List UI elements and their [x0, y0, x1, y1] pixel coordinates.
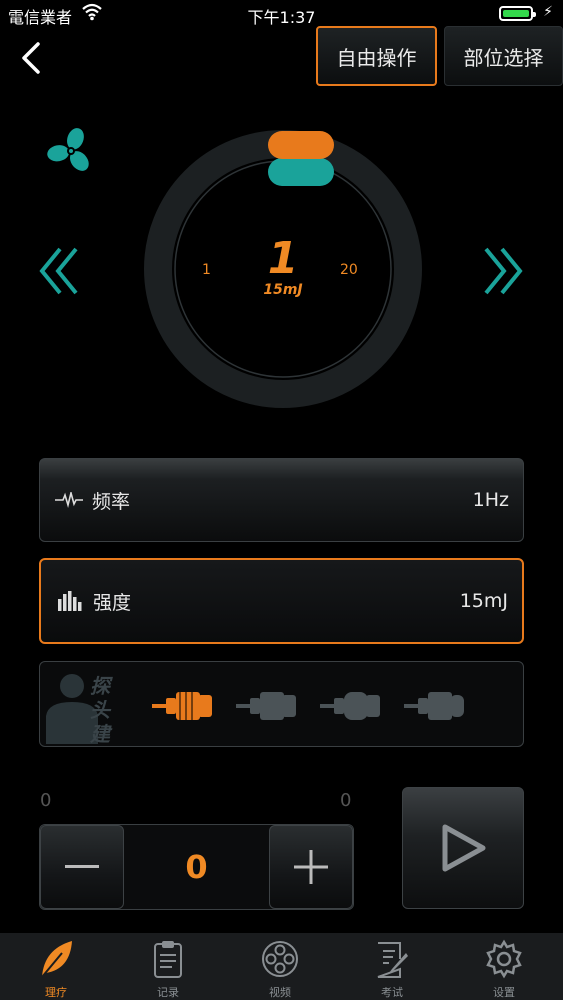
- clipboard-icon: [154, 941, 182, 978]
- frequency-label: 频率: [92, 490, 131, 513]
- part-select-button[interactable]: 部位选择: [444, 26, 563, 86]
- frequency-row[interactable]: 频率 1Hz: [39, 458, 524, 542]
- increment-button[interactable]: [269, 825, 353, 909]
- dial-value: 1: [267, 233, 299, 284]
- plus-icon: [294, 850, 328, 884]
- status-bar: 電信業者 下午1:37 ⚡: [0, 0, 563, 28]
- previous-arrow-icon[interactable]: [38, 245, 82, 297]
- pulse-wave-icon: [54, 489, 84, 511]
- counter-min-label: 0: [40, 790, 52, 811]
- gear-icon: [486, 939, 522, 979]
- probe-selector: 探头建议: [39, 661, 524, 747]
- frequency-value: 1Hz: [472, 489, 509, 511]
- dial-energy-value: 15mJ: [263, 282, 303, 298]
- tab-records-label: 记录: [157, 986, 179, 999]
- count-value: 0: [185, 848, 208, 886]
- tab-exam-label: 考试: [381, 986, 403, 999]
- intensity-value: 15mJ: [459, 590, 508, 612]
- tab-exam[interactable]: 考试: [336, 933, 448, 1000]
- battery-icon: [499, 6, 536, 21]
- tab-video[interactable]: 视频: [224, 933, 336, 1000]
- exam-pen-icon: [377, 942, 408, 978]
- tab-therapy-label: 理疗: [45, 986, 67, 999]
- intensity-row[interactable]: 强度 15mJ: [39, 558, 524, 644]
- fan-icon[interactable]: [46, 126, 96, 176]
- probe-suggestion-label: 探头建议: [90, 674, 110, 746]
- film-reel-icon: [262, 941, 298, 977]
- dial-max-label: 20: [340, 262, 358, 278]
- dial-level-marker: [268, 131, 334, 159]
- next-arrow-icon[interactable]: [480, 245, 524, 297]
- intensity-label: 强度: [93, 591, 132, 614]
- clock: 下午1:37: [247, 8, 316, 27]
- decrement-button[interactable]: [40, 825, 124, 909]
- tab-therapy[interactable]: 理疗: [0, 933, 112, 1000]
- leaf-icon: [41, 941, 72, 978]
- probe-3-icon[interactable]: [320, 686, 382, 726]
- bar-chart-icon: [55, 590, 85, 612]
- minus-icon: [65, 865, 99, 868]
- dial-teal-marker: [268, 158, 334, 186]
- tab-settings-label: 设置: [493, 986, 515, 999]
- counter-max-label: 0: [340, 790, 352, 811]
- tab-settings[interactable]: 设置: [448, 933, 560, 1000]
- probe-2-icon[interactable]: [236, 686, 298, 726]
- start-button[interactable]: [402, 787, 524, 909]
- count-stepper: 0: [39, 824, 354, 910]
- probe-4-icon[interactable]: [404, 686, 466, 726]
- intensity-dial[interactable]: 1 1 15mJ 20: [142, 128, 422, 410]
- free-mode-button[interactable]: 自由操作: [316, 26, 437, 86]
- back-chevron-icon[interactable]: [18, 40, 44, 76]
- tab-bar: 理疗 记录 视频 考试 设置: [0, 933, 563, 1000]
- tab-records[interactable]: 记录: [112, 933, 224, 1000]
- charging-icon: ⚡: [543, 4, 553, 20]
- play-icon: [442, 824, 486, 872]
- tab-video-label: 视频: [269, 986, 291, 999]
- probe-1-icon[interactable]: [152, 686, 214, 726]
